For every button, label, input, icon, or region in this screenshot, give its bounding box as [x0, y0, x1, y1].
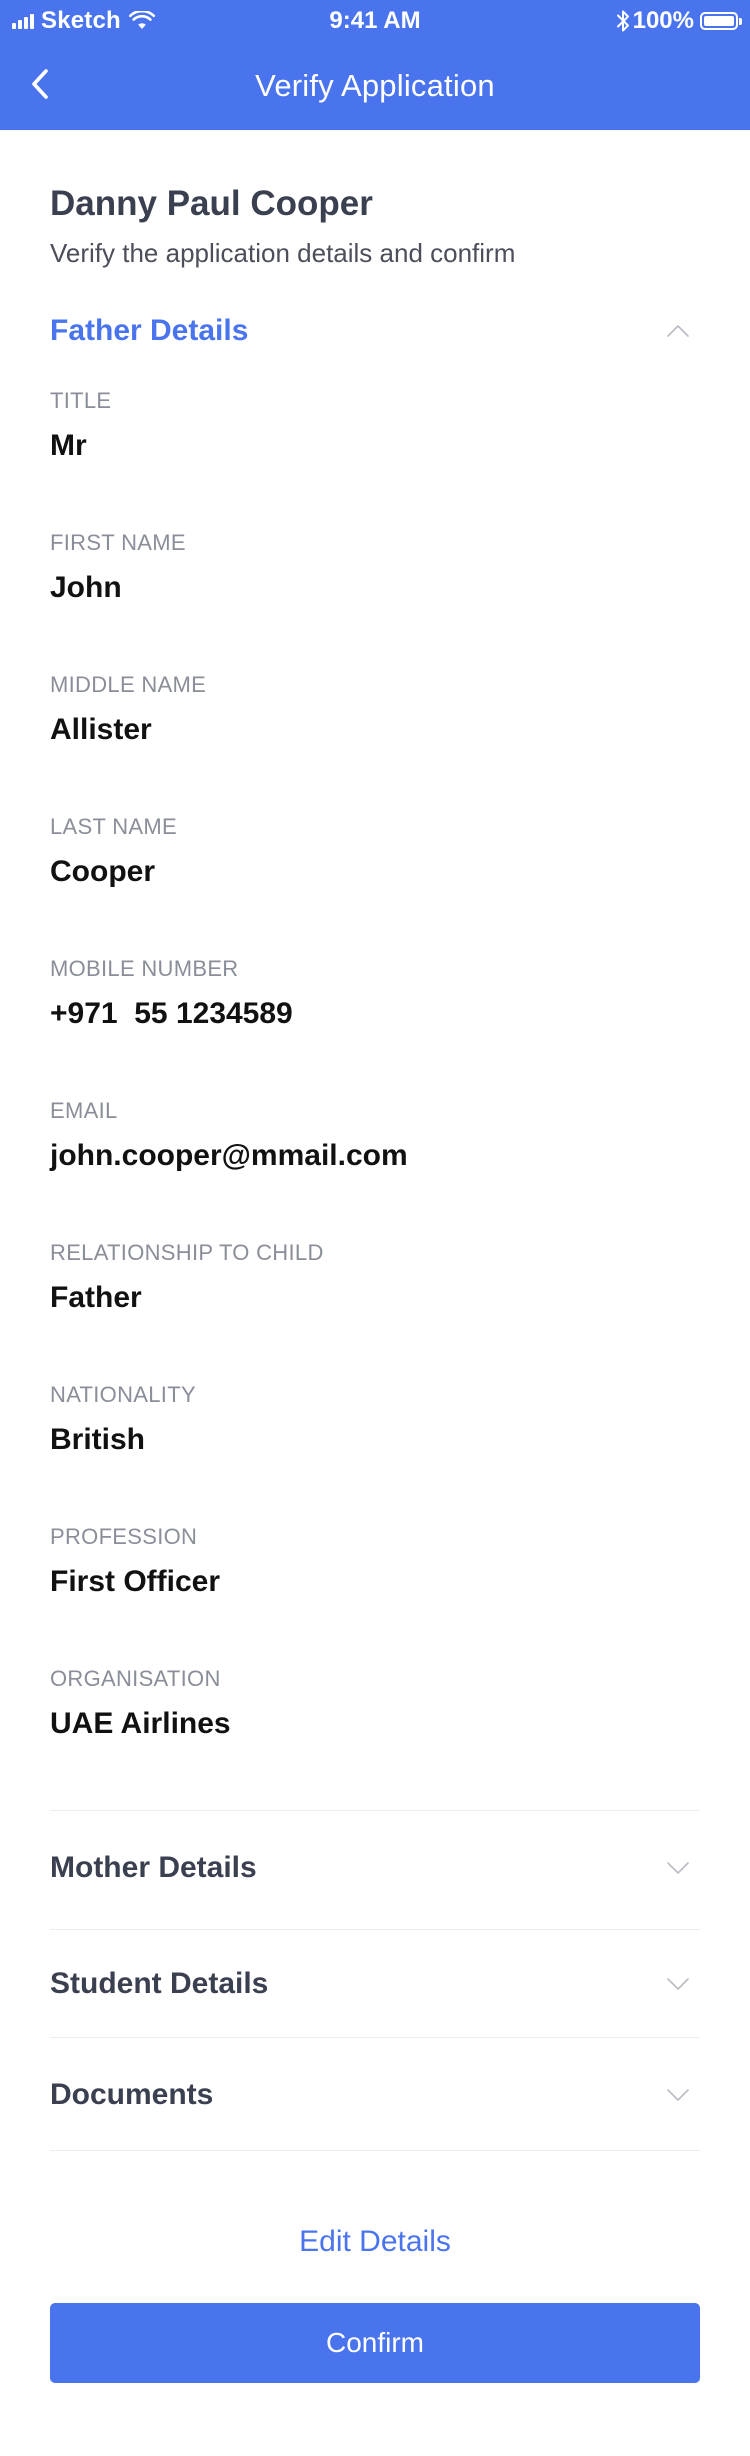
chevron-left-icon [32, 69, 48, 99]
field-value: Allister [50, 713, 152, 746]
field-profession: PROFESSION First Officer [50, 1522, 700, 1642]
field-label: PROFESSION [50, 1524, 198, 1549]
battery-percent: 100% [632, 7, 694, 34]
divider [50, 1929, 700, 1930]
field-relationship-to-child: RELATIONSHIP TO CHILD Father [50, 1238, 700, 1358]
page-title: Verify Application [255, 68, 495, 103]
field-label: ORGANISATION [50, 1666, 221, 1691]
field-first-name: FIRST NAME John [50, 528, 700, 648]
verify-application-screen: Sketch 9:41 AM 100% Verify Application D… [0, 0, 750, 2456]
field-last-name: LAST NAME Cooper [50, 812, 700, 932]
edit-details-link[interactable]: Edit Details [0, 2222, 750, 2262]
nav-bar: Verify Application [0, 42, 750, 130]
field-label: LAST NAME [50, 814, 177, 839]
divider [50, 1810, 700, 1811]
field-label: TITLE [50, 388, 112, 413]
section-header-mother-details[interactable]: Mother Details [50, 1845, 700, 1891]
field-label: EMAIL [50, 1098, 118, 1123]
field-title: TITLE Mr [50, 386, 700, 506]
field-label: MOBILE NUMBER [50, 956, 239, 981]
field-value: British [50, 1423, 146, 1456]
field-organisation: ORGANISATION UAE Airlines [50, 1664, 700, 1784]
chevron-up-icon [667, 325, 689, 337]
back-button[interactable] [16, 60, 64, 108]
field-email: EMAIL john.cooper@mmail.com [50, 1096, 700, 1216]
divider [50, 2150, 700, 2151]
section-header-student-details[interactable]: Student Details [50, 1961, 700, 2007]
field-value: Mr [50, 429, 87, 462]
divider [50, 2037, 700, 2038]
field-value: Father [50, 1281, 142, 1314]
chevron-down-icon [667, 1978, 689, 1990]
field-value: First Officer [50, 1565, 221, 1598]
section-title-documents: Documents [50, 2078, 214, 2111]
field-value: john.cooper@mmail.com [50, 1139, 408, 1172]
field-label: RELATIONSHIP TO CHILD [50, 1240, 324, 1265]
bluetooth-icon [616, 10, 629, 32]
section-header-documents[interactable]: Documents [50, 2072, 700, 2118]
field-value: Cooper [50, 855, 155, 888]
field-mobile-number: MOBILE NUMBER +971 55 1234589 [50, 954, 700, 1074]
field-label: NATIONALITY [50, 1382, 196, 1407]
field-value: UAE Airlines [50, 1707, 231, 1740]
battery-icon [700, 12, 742, 30]
chevron-down-icon [667, 2089, 689, 2101]
field-value: John [50, 571, 122, 604]
status-right: 100% [616, 6, 742, 36]
section-header-father-details[interactable]: Father Details [50, 308, 700, 354]
status-bar: Sketch 9:41 AM 100% [0, 0, 750, 42]
header: Sketch 9:41 AM 100% Verify Application [0, 0, 750, 130]
field-nationality: NATIONALITY British [50, 1380, 700, 1500]
section-title-student-details: Student Details [50, 1967, 269, 2000]
chevron-down-icon [667, 1862, 689, 1874]
section-title-father-details: Father Details [50, 314, 249, 347]
field-middle-name: MIDDLE NAME Allister [50, 670, 700, 790]
field-value: +971 55 1234589 [50, 997, 293, 1030]
applicant-subtitle: Verify the application details and confi… [50, 238, 516, 268]
field-label: MIDDLE NAME [50, 672, 207, 697]
section-title-mother-details: Mother Details [50, 1851, 257, 1884]
field-label: FIRST NAME [50, 530, 186, 555]
applicant-name: Danny Paul Cooper [50, 184, 373, 223]
confirm-button[interactable]: Confirm [50, 2303, 700, 2383]
